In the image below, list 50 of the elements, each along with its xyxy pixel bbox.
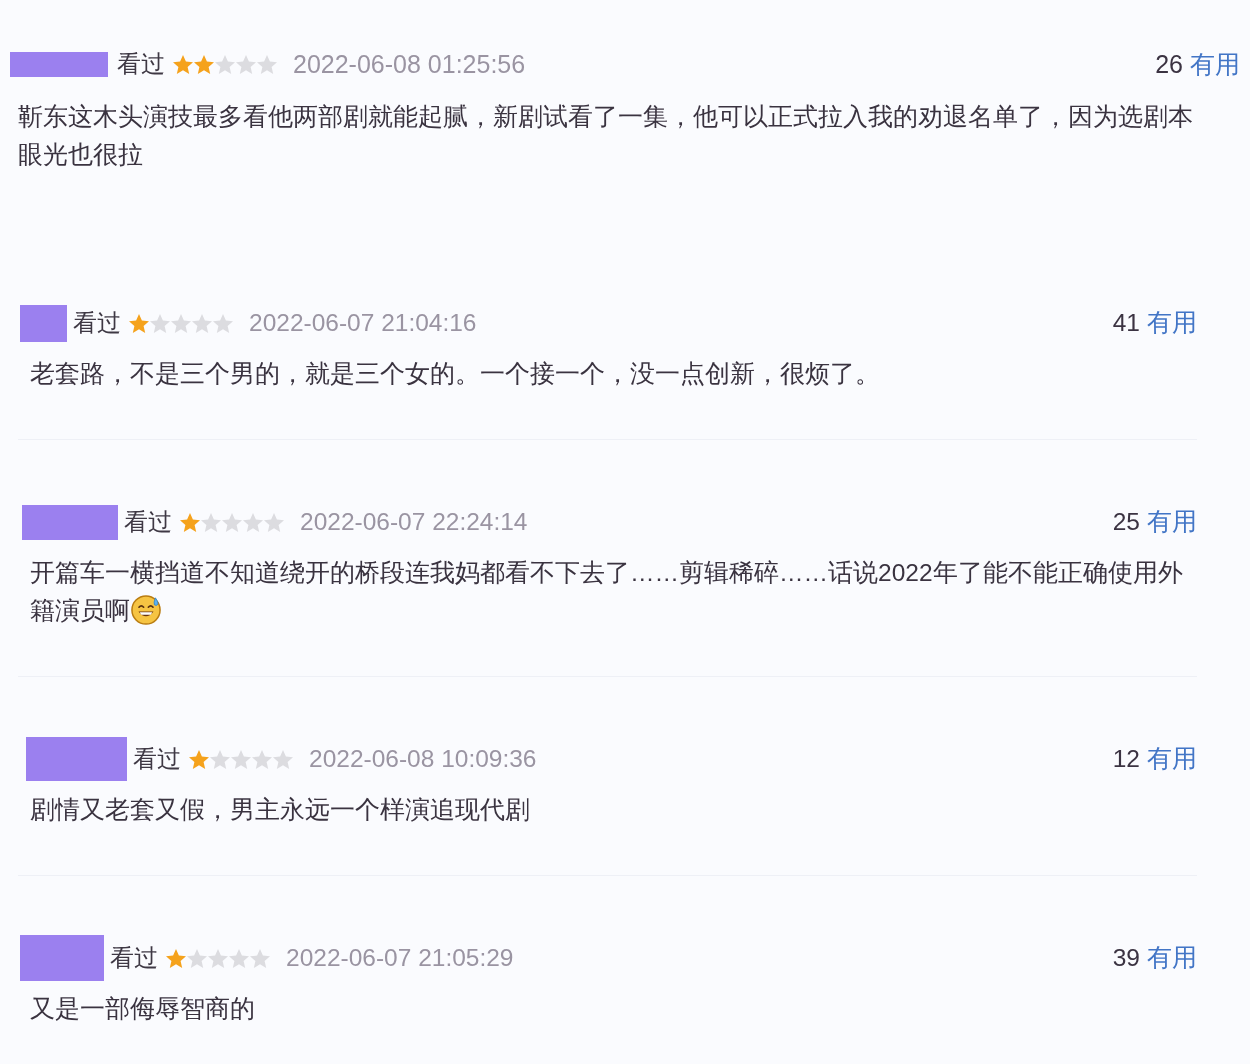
star-icon bbox=[229, 948, 249, 968]
useful-count: 39 bbox=[1112, 943, 1140, 973]
watch-status: 看过 bbox=[133, 744, 181, 774]
useful-link[interactable]: 有用 bbox=[1147, 744, 1197, 774]
watch-status: 看过 bbox=[73, 308, 121, 338]
useful-link[interactable]: 有用 bbox=[1190, 49, 1240, 79]
star-icon bbox=[187, 948, 207, 968]
star-icon bbox=[250, 948, 270, 968]
star-icon bbox=[189, 749, 209, 769]
star-icon bbox=[208, 948, 228, 968]
useful-count: 41 bbox=[1112, 308, 1140, 338]
star-icon bbox=[150, 313, 170, 333]
useful-link[interactable]: 有用 bbox=[1147, 943, 1197, 973]
watch-status: 看过 bbox=[117, 49, 165, 79]
watch-status: 看过 bbox=[110, 943, 158, 973]
review-comment: 开篇车一横挡道不知道绕开的桥段连我妈都看不下去了……剪辑稀碎……话说2022年了能不能正确使用外籍演员啊 bbox=[30, 559, 1183, 624]
useful-link[interactable]: 有用 bbox=[1147, 507, 1197, 537]
review-comment: 剧情又老套又假，男主永远一个样演追现代剧 bbox=[30, 796, 530, 823]
review-comment: 靳东这木头演技最多看他两部剧就能起腻，新剧试看了一集，他可以正式拉入我的劝退名单了，因为选剧本眼光也很拉 bbox=[18, 102, 1193, 168]
star-icon bbox=[231, 749, 251, 769]
watch-status: 看过 bbox=[124, 507, 172, 537]
review-comment: 又是一部侮辱智商的 bbox=[30, 995, 255, 1022]
review-date: 2022-06-07 21:04:16 bbox=[249, 308, 477, 338]
star-icon bbox=[243, 512, 263, 532]
star-icon bbox=[264, 512, 284, 532]
review-date: 2022-06-07 21:05:29 bbox=[286, 943, 514, 973]
star-icon bbox=[194, 54, 214, 74]
star-icon bbox=[201, 512, 221, 532]
star-icon bbox=[171, 313, 191, 333]
review-date: 2022-06-08 01:25:56 bbox=[293, 49, 526, 79]
useful-count: 12 bbox=[1112, 744, 1140, 774]
review-date: 2022-06-08 10:09:36 bbox=[309, 744, 537, 774]
star-icon bbox=[129, 313, 149, 333]
star-icon bbox=[215, 54, 235, 74]
star-icon bbox=[173, 54, 193, 74]
star-icon bbox=[236, 54, 256, 74]
star-icon bbox=[213, 313, 233, 333]
star-icon bbox=[222, 512, 242, 532]
review-date: 2022-06-07 22:24:14 bbox=[300, 507, 528, 537]
useful-count: 25 bbox=[1112, 507, 1140, 537]
star-icon bbox=[273, 749, 293, 769]
star-icon bbox=[252, 749, 272, 769]
star-icon bbox=[166, 948, 186, 968]
star-icon bbox=[210, 749, 230, 769]
review-comment: 老套路，不是三个男的，就是三个女的。一个接一个，没一点创新，很烦了。 bbox=[30, 360, 880, 387]
star-icon bbox=[180, 512, 200, 532]
star-icon bbox=[192, 313, 212, 333]
useful-link[interactable]: 有用 bbox=[1147, 308, 1197, 338]
useful-count: 26 bbox=[1155, 49, 1183, 79]
star-icon bbox=[257, 54, 277, 74]
